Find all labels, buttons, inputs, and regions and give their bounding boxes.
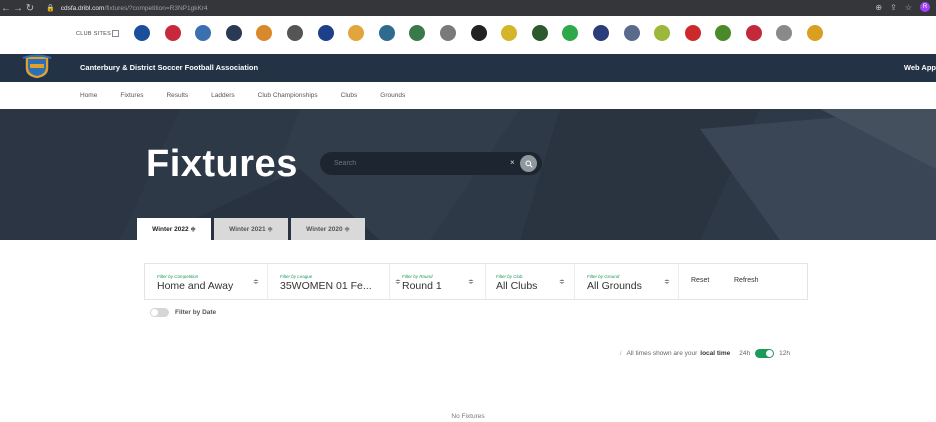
club-logo-icon[interactable]	[348, 25, 365, 41]
nav-item-fixtures[interactable]: Fixtures	[120, 92, 143, 99]
chevron-updown-icon: ≑	[468, 279, 474, 286]
search-box: ×	[320, 152, 542, 175]
competition-filter-caption: Filter by Competition	[157, 274, 199, 279]
club-logo-icon[interactable]	[684, 25, 701, 41]
chevron-updown-icon: ≑	[253, 279, 259, 286]
profile-avatar[interactable]: R	[920, 2, 930, 12]
nav-item-club-championships[interactable]: Club Championships	[258, 92, 318, 99]
round-filter[interactable]: Filter by Round Round 1 ≑	[390, 264, 486, 299]
club-sites-label[interactable]: CLUB SITES	[76, 31, 111, 37]
time-format-bar: i All times shown are your local time 24…	[620, 349, 790, 358]
web-app-link[interactable]: Web App	[904, 63, 936, 72]
tab-winter-2021[interactable]: Winter 2021 ≑	[214, 218, 288, 240]
club-logo-icon[interactable]	[623, 25, 640, 41]
club-logo-list	[134, 25, 838, 41]
nav-item-grounds[interactable]: Grounds	[380, 92, 405, 99]
date-filter-switch[interactable]	[150, 308, 169, 317]
club-logo-icon[interactable]	[439, 25, 456, 41]
round-filter-value: Round 1	[402, 280, 442, 292]
club-logo-icon[interactable]	[409, 25, 426, 41]
competition-filter-value: Home and Away	[157, 280, 234, 292]
tab-winter-2020[interactable]: Winter 2020 ≑	[291, 218, 365, 240]
club-sites-bar: CLUB SITES	[0, 16, 936, 54]
club-logo-icon[interactable]	[378, 25, 395, 41]
search-button[interactable]	[520, 155, 537, 172]
main-header: Canterbury & District Soccer Football As…	[0, 54, 936, 82]
browser-toolbar: ← → ↻ 🔒 cdsfa.dribl.com/fixtures/?compet…	[0, 0, 936, 16]
round-filter-caption: Filter by Round	[402, 274, 433, 279]
external-link-icon[interactable]	[112, 30, 119, 37]
ground-filter-value: All Grounds	[587, 280, 642, 292]
club-logo-icon[interactable]	[164, 25, 181, 41]
club-filter[interactable]: Filter by Club All Clubs ≑	[484, 264, 575, 299]
ground-filter[interactable]: Filter by Ground All Grounds ≑	[575, 264, 679, 299]
club-logo-icon[interactable]	[317, 25, 334, 41]
club-logo-icon[interactable]	[470, 25, 487, 41]
address-bar[interactable]: 🔒 cdsfa.dribl.com/fixtures/?competition=…	[46, 1, 886, 15]
club-logo-icon[interactable]	[776, 25, 793, 41]
search-input[interactable]	[334, 157, 504, 170]
club-logo-icon[interactable]	[654, 25, 671, 41]
time-format-switch[interactable]	[755, 349, 775, 358]
league-filter[interactable]: Filter by League 35WOMEN 01 Fe... ≑	[268, 264, 401, 299]
date-filter-label: Filter by Date	[175, 309, 217, 316]
tab-winter-2022[interactable]: Winter 2022 ≑	[137, 218, 211, 240]
club-logo-icon[interactable]	[256, 25, 273, 41]
nav-item-ladders[interactable]: Ladders	[211, 92, 235, 99]
url-path: /fixtures/?competition=R3NP1gkKr4	[104, 4, 208, 12]
local-time-emphasis: local time	[700, 350, 731, 357]
local-time-prefix: All times shown are your	[626, 350, 698, 357]
option-24h-label: 24h	[739, 350, 751, 357]
club-logo-icon[interactable]	[195, 25, 212, 41]
reset-button[interactable]: Reset	[691, 277, 709, 284]
clear-search-button[interactable]: ×	[510, 158, 515, 167]
back-icon[interactable]: ←	[0, 3, 12, 14]
star-icon[interactable]: ☆	[905, 3, 912, 12]
chevron-updown-icon: ≑	[664, 279, 670, 286]
org-name[interactable]: Canterbury & District Soccer Football As…	[80, 63, 258, 72]
info-icon: i	[620, 350, 622, 357]
club-filter-value: All Clubs	[496, 280, 538, 292]
empty-state-message: No Fixtures	[451, 413, 485, 420]
search-icon	[525, 160, 533, 168]
page-title: Fixtures	[146, 143, 298, 185]
option-12h-label: 12h	[779, 350, 790, 357]
primary-nav: Home Fixtures Results Ladders Club Champions…	[0, 82, 936, 109]
refresh-button[interactable]: Refresh	[734, 277, 759, 284]
hero-banner: Fixtures × Winter 2022 ≑ Winter 2021 ≑ W…	[0, 109, 936, 240]
association-emblem-icon[interactable]	[22, 52, 52, 80]
club-logo-icon[interactable]	[745, 25, 762, 41]
share-icon[interactable]: ⇪	[890, 3, 897, 12]
date-filter-toggle: Filter by Date	[150, 308, 216, 317]
club-logo-icon[interactable]	[592, 25, 609, 41]
league-filter-value: 35WOMEN 01 Fe...	[280, 280, 372, 292]
lock-icon: 🔒	[46, 5, 55, 12]
nav-item-results[interactable]: Results	[166, 92, 188, 99]
season-tabs: Winter 2022 ≑ Winter 2021 ≑ Winter 2020 …	[137, 218, 368, 240]
league-filter-caption: Filter by League	[280, 274, 313, 279]
url-host: cdsfa.dribl.com	[60, 4, 105, 12]
club-logo-icon[interactable]	[286, 25, 303, 41]
nav-item-clubs[interactable]: Clubs	[341, 92, 358, 99]
url-text: cdsfa.dribl.com/fixtures/?competition=R3…	[61, 5, 208, 12]
club-logo-icon[interactable]	[531, 25, 548, 41]
chevron-updown-icon: ≑	[559, 279, 565, 286]
ground-filter-caption: Filter by Ground	[587, 274, 620, 279]
zoom-icon[interactable]: ⊕	[875, 3, 882, 12]
filter-bar: Filter by Competition Home and Away ≑ Fi…	[144, 263, 808, 300]
nav-item-home[interactable]: Home	[80, 92, 97, 99]
forward-icon[interactable]: →	[12, 3, 24, 14]
club-logo-icon[interactable]	[134, 25, 150, 41]
club-filter-caption: Filter by Club	[496, 274, 523, 279]
reload-icon[interactable]: ↻	[24, 3, 36, 14]
club-logo-icon[interactable]	[807, 25, 824, 41]
club-logo-icon[interactable]	[225, 25, 242, 41]
club-logo-icon[interactable]	[562, 25, 579, 41]
competition-filter[interactable]: Filter by Competition Home and Away ≑	[145, 264, 268, 299]
club-logo-icon[interactable]	[501, 25, 518, 41]
club-logo-icon[interactable]	[715, 25, 732, 41]
